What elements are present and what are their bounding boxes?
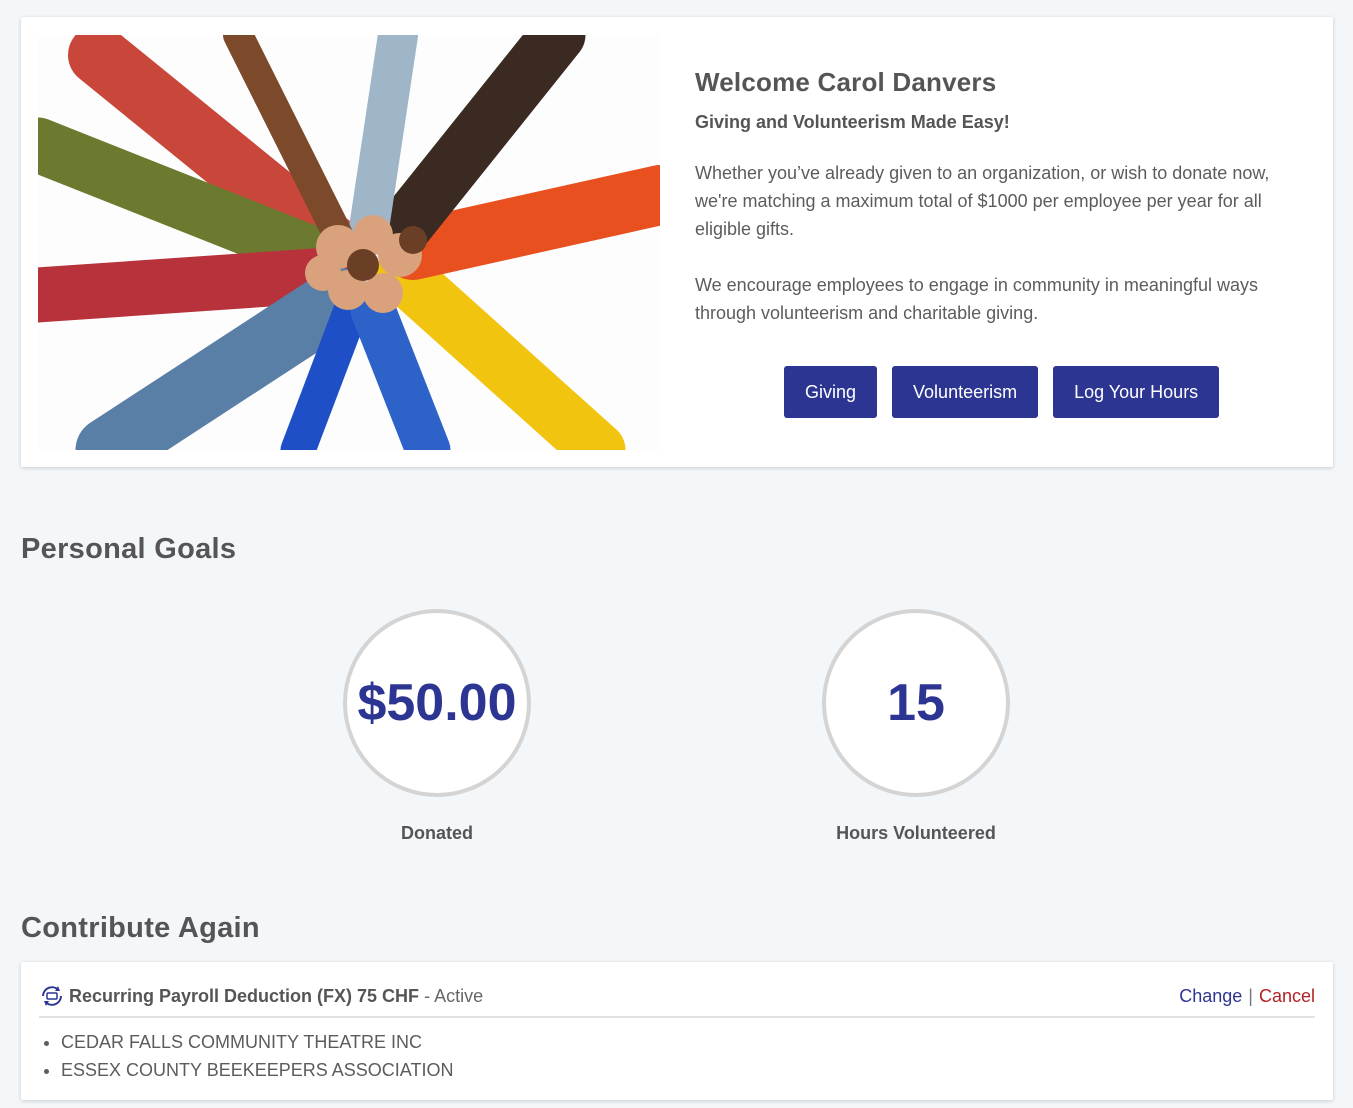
intro-paragraph-1: Whether you’ve already given to an organ…	[695, 163, 1270, 239]
contribution-actions: Change | Cancel	[1179, 986, 1315, 1007]
hours-goal: 15 Hours Volunteered	[796, 609, 1036, 844]
volunteerism-button[interactable]: Volunteerism	[892, 366, 1039, 418]
hands-circle-illustration	[38, 35, 660, 450]
action-separator: |	[1248, 985, 1253, 1006]
recurring-contribution-card: Recurring Payroll Deduction (FX) 75 CHF …	[21, 962, 1333, 1100]
personal-goals-title: Personal Goals	[21, 533, 237, 565]
list-item: ESSEX COUNTY BEEKEEPERS ASSOCIATION	[61, 1056, 453, 1084]
change-link[interactable]: Change	[1179, 986, 1242, 1006]
hero-image	[38, 35, 660, 450]
recurring-payment-icon	[42, 986, 62, 1006]
organization-list: CEDAR FALLS COMMUNITY THEATRE INC ESSEX …	[43, 1028, 453, 1084]
list-item: CEDAR FALLS COMMUNITY THEATRE INC	[61, 1028, 453, 1056]
welcome-card: Welcome Carol Danvers Giving and Volunte…	[21, 17, 1333, 467]
giving-button[interactable]: Giving	[784, 366, 878, 418]
hours-volunteered-label: Hours Volunteered	[836, 823, 996, 843]
hours-volunteered-value: 15	[822, 609, 1010, 797]
log-hours-button[interactable]: Log Your Hours	[1053, 366, 1220, 418]
donated-goal: $50.00 Donated	[317, 609, 557, 844]
donated-label: Donated	[401, 823, 473, 843]
intro-paragraph-2: We encourage employees to engage in comm…	[695, 275, 1258, 323]
tagline: Giving and Volunteerism Made Easy!	[695, 112, 1010, 132]
cancel-link[interactable]: Cancel	[1259, 986, 1315, 1006]
contribute-again-title: Contribute Again	[21, 912, 260, 944]
contribution-status: - Active	[424, 985, 484, 1006]
contribution-header: Recurring Payroll Deduction (FX) 75 CHF …	[39, 976, 1315, 1018]
contribution-title: Recurring Payroll Deduction (FX) 75 CHF	[69, 985, 420, 1006]
welcome-text-block: Welcome Carol Danvers Giving and Volunte…	[695, 67, 1295, 355]
welcome-heading: Welcome Carol Danvers	[695, 67, 997, 97]
action-buttons: Giving Volunteerism Log Your Hours	[784, 366, 1220, 418]
donated-amount: $50.00	[343, 609, 531, 797]
